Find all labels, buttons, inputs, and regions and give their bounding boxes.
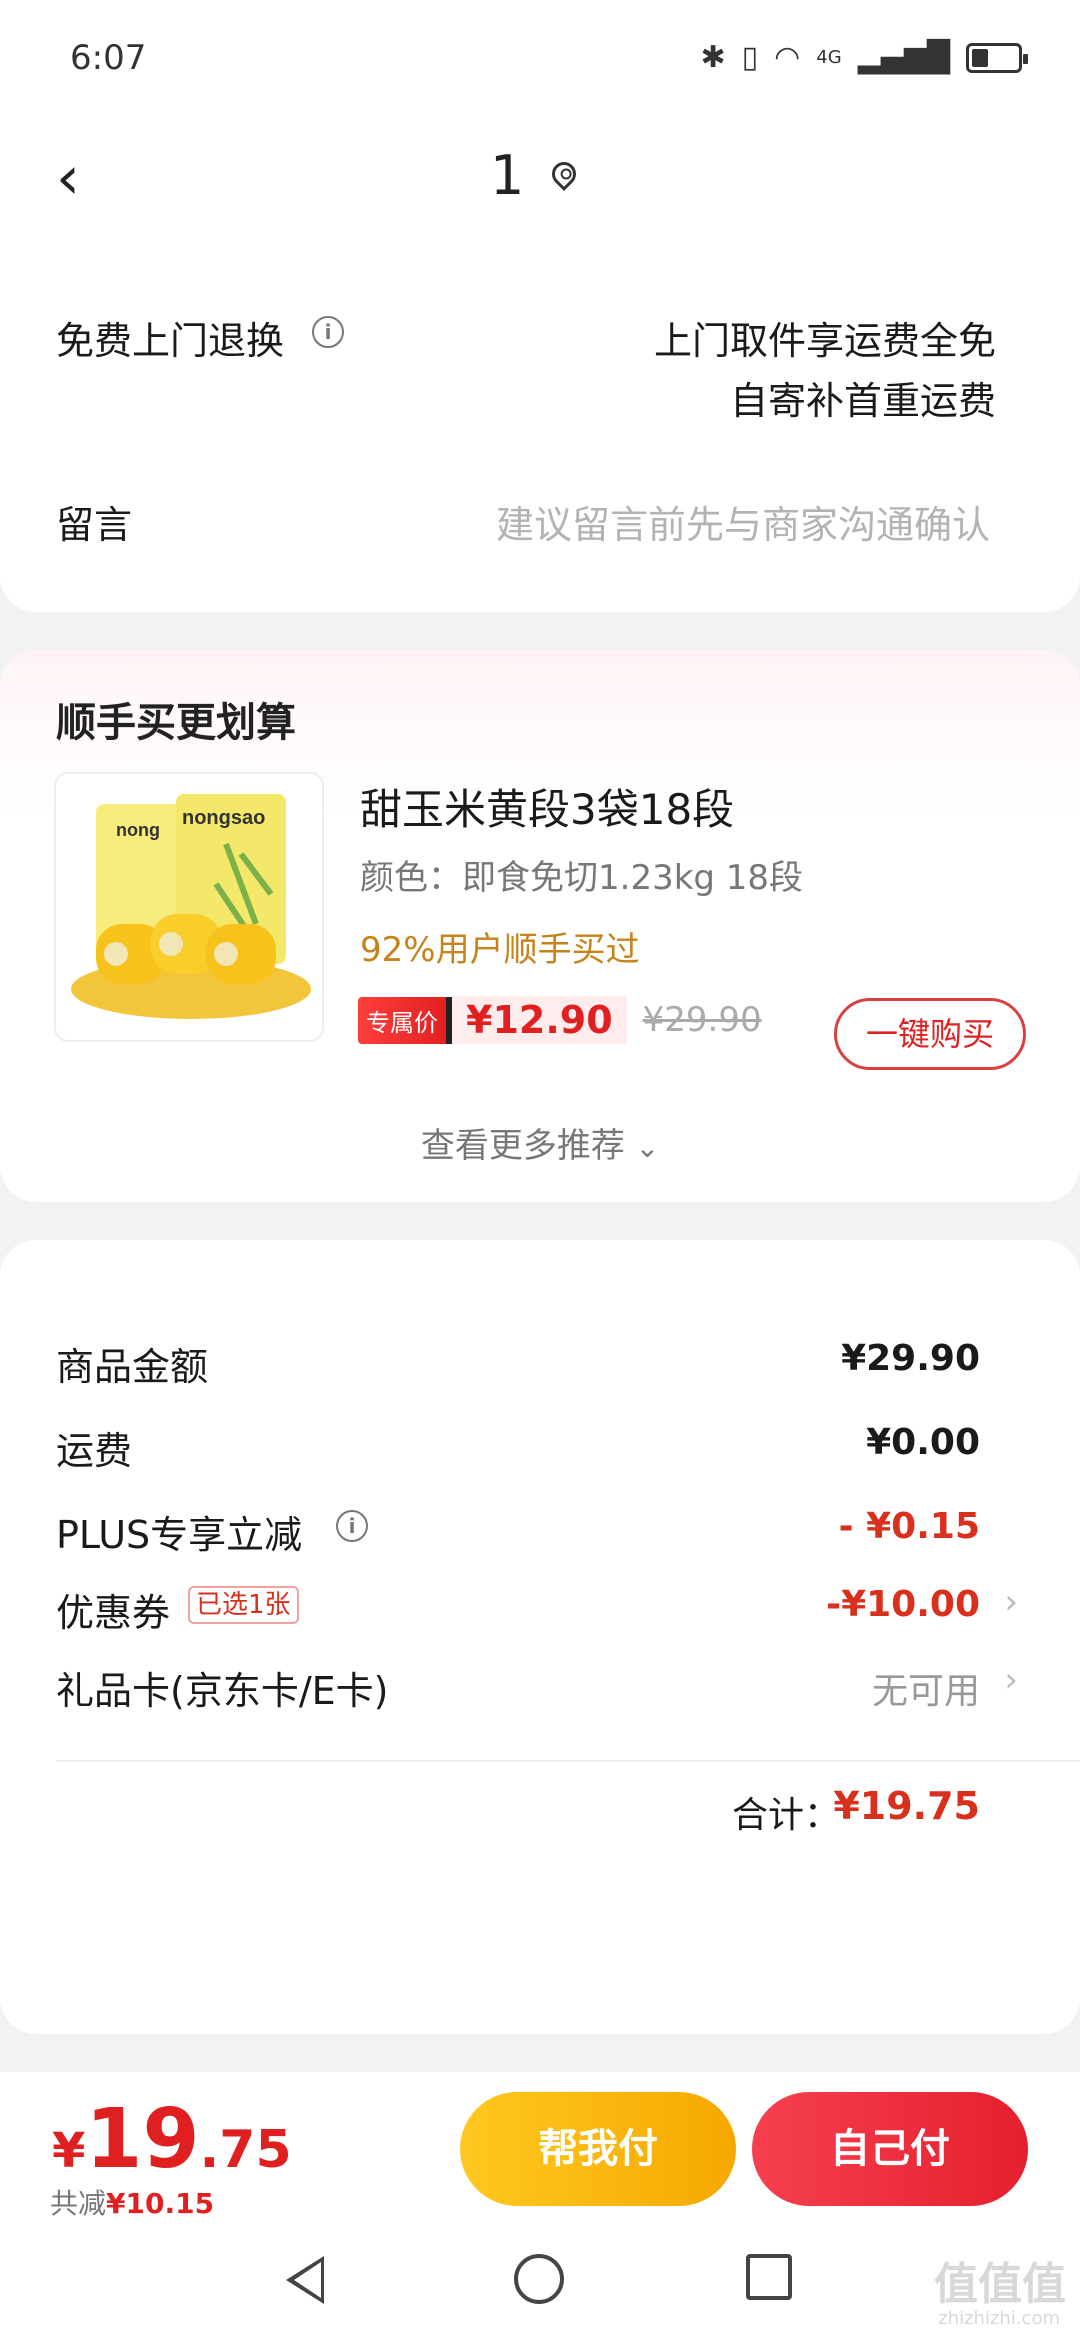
- shipping-label: 运费: [56, 1429, 133, 1473]
- exclusive-price-badge: 专属价: [358, 996, 452, 1044]
- recommend-title: 顺手买更划算: [56, 700, 296, 746]
- return-line2: 自寄补首重运费: [729, 379, 996, 423]
- pay-amount-dec: .75: [199, 2120, 292, 2180]
- back-icon[interactable]: ‹: [56, 148, 80, 208]
- system-recents-icon[interactable]: [746, 2254, 792, 2300]
- divider: [56, 1760, 1080, 1762]
- goods-amount-label: 商品金额: [56, 1345, 209, 1389]
- more-recommend-link[interactable]: 查看更多推荐 ⌄: [0, 1118, 1080, 1167]
- return-label: 免费上门退换: [56, 319, 285, 363]
- svg-text:nong: nong: [116, 820, 160, 840]
- product-price-row: 专属价 ¥12.90 ¥29.90: [358, 996, 762, 1044]
- status-bar: 6:07 ✱ ▯ ◠ 4G ▂▄▆█: [0, 0, 1080, 120]
- watermark-url: zhizhizhi.com: [938, 2308, 1060, 2329]
- service-card: 免费上门退换 i 上门取件享运费全免 自寄补首重运费 留言 建议留言前先与商家沟…: [0, 230, 1080, 612]
- system-home-icon[interactable]: [514, 2254, 564, 2304]
- chevron-right-icon[interactable]: ›: [1004, 1582, 1018, 1622]
- recommend-card: 顺手买更划算 nong nongsao 甜玉米黄段3袋18段 颜色：即食免切1.…: [0, 650, 1080, 1202]
- order-summary-card: 商品金额 ¥29.90 运费 ¥0.00 PLUS专享立减 i - ¥0.15 …: [0, 1240, 1080, 2034]
- product-image[interactable]: nong nongsao: [54, 772, 324, 1042]
- giftcard-label[interactable]: 礼品卡(京东卡/E卡): [56, 1660, 388, 1715]
- help-me-pay-button[interactable]: 帮我付: [460, 2092, 736, 2206]
- status-time: 6:07: [70, 38, 147, 78]
- plus-discount-label: PLUS专享立减: [56, 1513, 303, 1557]
- wifi-icon: ◠: [774, 40, 801, 75]
- total-value: ¥19.75: [833, 1784, 980, 1828]
- system-back-icon[interactable]: [286, 2256, 324, 2304]
- note-input[interactable]: 建议留言前先与商家沟通确认: [496, 494, 990, 549]
- watermark-logo: 值值值: [934, 2259, 1066, 2310]
- total-saved: 共减¥10.15: [50, 2182, 214, 2222]
- shipping-value: ¥0.00: [866, 1422, 980, 1463]
- saved-value: ¥10.15: [106, 2187, 215, 2220]
- chevron-down-icon: ⌄: [635, 1131, 660, 1164]
- network-type: 4G: [816, 47, 842, 68]
- total-label: 合计：: [731, 1795, 840, 1836]
- chevron-right-icon[interactable]: ›: [1004, 1660, 1018, 1700]
- address-title[interactable]: 1: [490, 144, 524, 207]
- vibrate-icon: ▯: [741, 40, 759, 75]
- pay-amount-int: 19: [85, 2092, 200, 2187]
- original-price: ¥29.90: [642, 1000, 762, 1040]
- goods-amount-value: ¥29.90: [841, 1338, 980, 1379]
- currency-symbol: ¥: [52, 2123, 86, 2179]
- plus-info-icon[interactable]: i: [336, 1510, 368, 1542]
- coupon-label[interactable]: 优惠券: [56, 1582, 170, 1637]
- location-pin-icon[interactable]: [547, 157, 581, 191]
- bluetooth-icon: ✱: [700, 40, 726, 75]
- product-spec: 颜色：即食免切1.23kg 18段: [360, 858, 804, 898]
- signal-icon: ▂▄▆█: [857, 40, 950, 75]
- nav-bar: ‹ 1: [0, 120, 1080, 230]
- battery-icon: [966, 42, 1028, 73]
- one-click-buy-button[interactable]: 一键购买: [834, 998, 1026, 1070]
- corn-product-image: nong nongsao: [71, 794, 311, 1019]
- coupon-selected-tag: 已选1张: [188, 1586, 299, 1624]
- product-name[interactable]: 甜玉米黄段3袋18段: [360, 776, 734, 837]
- pay-amount: ¥19.75: [52, 2092, 292, 2187]
- svg-text:nongsao: nongsao: [182, 807, 265, 829]
- pay-myself-button[interactable]: 自己付: [752, 2092, 1028, 2206]
- system-nav-bar: [0, 2242, 1080, 2322]
- bottom-pay-bar: ¥19.75 共减¥10.15 帮我付 自己付 值值值 zhizhizhi.co…: [0, 2072, 1080, 2340]
- system-icons: ✱ ▯ ◠ 4G ▂▄▆█: [700, 40, 1028, 75]
- product-bought-rate: 92%用户顺手买过: [360, 930, 640, 970]
- info-icon[interactable]: i: [312, 316, 344, 348]
- coupon-value[interactable]: -¥10.00: [826, 1584, 980, 1625]
- note-label: 留言: [56, 503, 133, 547]
- return-line1: 上门取件享运费全免: [653, 319, 996, 363]
- saved-label: 共减: [50, 2187, 107, 2220]
- plus-discount-value: - ¥0.15: [838, 1506, 980, 1547]
- more-recommend-label: 查看更多推荐: [420, 1126, 625, 1166]
- exclusive-price: ¥12.90: [452, 996, 627, 1044]
- giftcard-value[interactable]: 无可用: [872, 1662, 980, 1714]
